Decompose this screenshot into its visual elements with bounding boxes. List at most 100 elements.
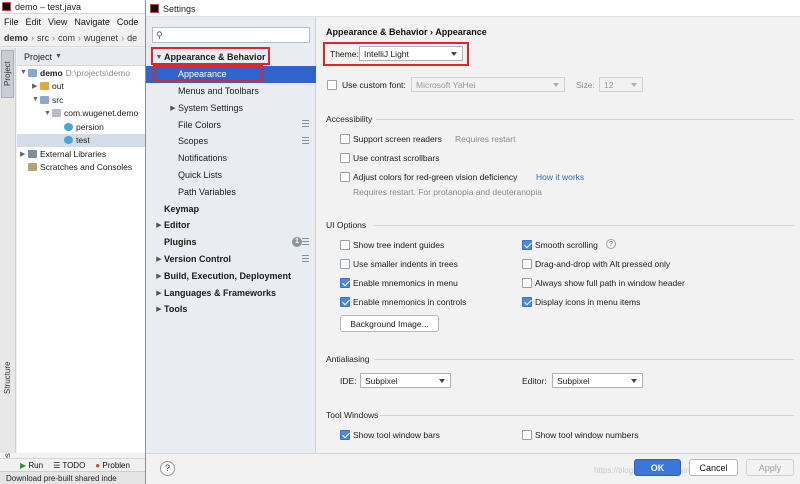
- editor-antialiasing-select[interactable]: Subpixel: [552, 373, 643, 388]
- mnemonics-menu-checkbox[interactable]: [340, 278, 350, 288]
- status-bar: Download pre-built shared inde: [0, 471, 145, 484]
- nav-item-label: Menus and Toolbars: [178, 85, 259, 96]
- tree-item-persion[interactable]: persion: [17, 120, 145, 134]
- chevron-down-icon[interactable]: ▼: [32, 96, 40, 103]
- apply-button[interactable]: Apply: [746, 459, 794, 476]
- mnemonics-controls-checkbox[interactable]: [340, 297, 350, 307]
- chevron-down-icon[interactable]: ▼: [20, 69, 28, 76]
- tree-item-demo[interactable]: ▼ demo D:\projects\demo: [17, 66, 145, 80]
- menu-view[interactable]: View: [48, 17, 67, 27]
- ide-window-title: demo – test.java: [15, 2, 82, 12]
- status-message[interactable]: Download pre-built shared inde: [6, 474, 117, 483]
- breadcrumb-wugenet[interactable]: wugenet: [84, 33, 118, 43]
- chevron-right-icon[interactable]: ▶: [154, 221, 164, 229]
- tree-item-external-libraries[interactable]: ▶ External Libraries: [17, 147, 145, 161]
- chevron-right-icon[interactable]: ▶: [154, 255, 164, 263]
- nav-version-control[interactable]: ▶ Version Control: [146, 251, 316, 268]
- todo-tab[interactable]: ☰ TODO: [53, 461, 85, 470]
- tree-item-package[interactable]: ▼ com.wugenet.demo: [17, 107, 145, 121]
- list-icon: ☰: [53, 460, 61, 470]
- tree-indent-guides-label: Show tree indent guides: [353, 240, 445, 250]
- breadcrumb-src[interactable]: src: [37, 33, 49, 43]
- smooth-scrolling-checkbox[interactable]: [522, 240, 532, 250]
- tree-item-out[interactable]: ▶ out: [17, 80, 145, 94]
- tree-item-test[interactable]: test: [17, 133, 145, 147]
- problems-tab-label: Problen: [102, 460, 130, 470]
- nav-quick-lists[interactable]: Quick Lists: [146, 167, 316, 184]
- smaller-indents-checkbox[interactable]: [340, 259, 350, 269]
- nav-languages-frameworks[interactable]: ▶ Languages & Frameworks: [146, 284, 316, 301]
- chevron-right-icon[interactable]: ▶: [154, 305, 164, 313]
- nav-editor[interactable]: ▶ Editor: [146, 217, 316, 234]
- problems-tab[interactable]: ● Problen: [95, 461, 130, 470]
- stripe-tab-project[interactable]: Project: [1, 50, 14, 98]
- menu-file[interactable]: File: [4, 17, 19, 27]
- chevron-right-icon[interactable]: ▶: [154, 272, 164, 280]
- font-size-select[interactable]: 12: [599, 77, 643, 92]
- chevron-down-icon[interactable]: ▼: [55, 53, 62, 60]
- settings-search-input[interactable]: [162, 30, 303, 40]
- show-tool-window-numbers-checkbox[interactable]: [522, 430, 532, 440]
- mnemonics-menu-label: Enable mnemonics in menu: [353, 278, 458, 288]
- contrast-scrollbars-label: Use contrast scrollbars: [353, 153, 440, 163]
- nav-menus-toolbars[interactable]: Menus and Toolbars: [146, 83, 316, 100]
- how-it-works-link[interactable]: How it works: [536, 172, 584, 182]
- chevron-down-icon: [553, 83, 559, 87]
- nav-notifications[interactable]: Notifications: [146, 150, 316, 167]
- chevron-right-icon[interactable]: ▶: [20, 150, 28, 158]
- dialog-title: Settings: [163, 4, 196, 14]
- stripe-tab-structure[interactable]: Structure: [1, 348, 14, 408]
- chevron-right-icon[interactable]: ▶: [154, 289, 164, 297]
- nav-item-label: Keymap: [164, 203, 200, 214]
- nav-tools[interactable]: ▶ Tools: [146, 301, 316, 318]
- nav-path-variables[interactable]: Path Variables: [146, 183, 316, 200]
- breadcrumb-com[interactable]: com: [58, 33, 75, 43]
- nav-scopes[interactable]: Scopes: [146, 133, 316, 150]
- chevron-down-icon[interactable]: ▼: [44, 110, 52, 117]
- nav-file-colors[interactable]: File Colors: [146, 116, 316, 133]
- menu-navigate[interactable]: Navigate: [74, 17, 110, 27]
- support-screen-readers-checkbox[interactable]: [340, 134, 350, 144]
- breadcrumb-demo[interactable]: demo: [4, 33, 28, 43]
- project-view-header: Project ▼: [17, 48, 145, 66]
- nav-item-label: Build, Execution, Deployment: [164, 270, 292, 281]
- use-custom-font-checkbox[interactable]: [327, 80, 337, 90]
- nav-plugins[interactable]: Plugins 1: [146, 234, 316, 251]
- help-icon[interactable]: ?: [606, 239, 616, 249]
- tree-item-label: out: [52, 81, 64, 92]
- dialog-footer: ? https://blog.csdn.net/weixin_45 OK Can…: [146, 453, 800, 484]
- section-divider: [374, 359, 794, 360]
- project-view-title[interactable]: Project: [24, 52, 52, 62]
- tree-item-scratches[interactable]: Scratches and Consoles: [17, 161, 145, 175]
- ide-antialiasing-select[interactable]: Subpixel: [360, 373, 451, 388]
- nav-system-settings[interactable]: ▶ System Settings: [146, 99, 316, 116]
- run-tab[interactable]: ▶ Run: [20, 461, 43, 470]
- nav-item-label: Notifications: [178, 153, 228, 164]
- editor-antialiasing-label: Editor:: [522, 376, 547, 386]
- chevron-right-icon[interactable]: ▶: [168, 104, 178, 112]
- tree-item-src[interactable]: ▼ src: [17, 93, 145, 107]
- contrast-scrollbars-checkbox[interactable]: [340, 153, 350, 163]
- ok-button[interactable]: OK: [634, 459, 681, 476]
- nav-build-execution-deployment[interactable]: ▶ Build, Execution, Deployment: [146, 267, 316, 284]
- menu-code[interactable]: Code: [117, 17, 139, 27]
- show-tool-window-bars-checkbox[interactable]: [340, 430, 350, 440]
- nav-keymap[interactable]: Keymap: [146, 200, 316, 217]
- project-scope-icon: [302, 120, 309, 128]
- section-accessibility: Accessibility: [326, 114, 373, 124]
- nav-item-label: Editor: [164, 220, 190, 231]
- tree-indent-guides-checkbox[interactable]: [340, 240, 350, 250]
- menu-edit[interactable]: Edit: [26, 17, 42, 27]
- font-select[interactable]: Microsoft YaHei: [411, 77, 565, 92]
- chevron-right-icon[interactable]: ▶: [32, 82, 40, 90]
- display-icons-checkbox[interactable]: [522, 297, 532, 307]
- adjust-colors-checkbox[interactable]: [340, 172, 350, 182]
- settings-search[interactable]: ⚲: [152, 27, 310, 43]
- drag-drop-alt-checkbox[interactable]: [522, 259, 532, 269]
- breadcrumb-demo-pkg[interactable]: de: [127, 33, 137, 43]
- help-button[interactable]: ?: [160, 461, 175, 476]
- full-path-checkbox[interactable]: [522, 278, 532, 288]
- scratches-icon: [28, 163, 37, 172]
- background-image-button[interactable]: Background Image...: [340, 315, 439, 332]
- cancel-button[interactable]: Cancel: [689, 459, 738, 476]
